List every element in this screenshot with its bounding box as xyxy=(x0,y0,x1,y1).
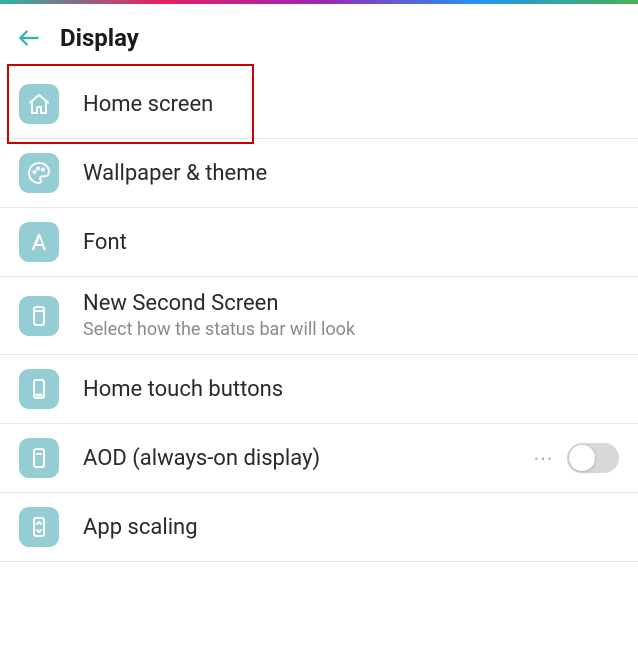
item-label: Wallpaper & theme xyxy=(83,161,619,186)
palette-icon xyxy=(19,153,59,193)
item-text: App scaling xyxy=(83,515,619,540)
item-text: Wallpaper & theme xyxy=(83,161,619,186)
aod-icon xyxy=(19,438,59,478)
item-trailing: ⋯ xyxy=(533,443,619,473)
scaling-icon xyxy=(19,507,59,547)
item-label: Font xyxy=(83,230,619,255)
item-text: AOD (always-on display) xyxy=(83,446,509,471)
list-item-wallpaper-theme[interactable]: Wallpaper & theme xyxy=(0,139,638,208)
touch-buttons-icon xyxy=(19,369,59,409)
list-item-second-screen[interactable]: New Second Screen Select how the status … xyxy=(0,277,638,355)
item-text: Home touch buttons xyxy=(83,377,619,402)
item-text: Font xyxy=(83,230,619,255)
list-item-home-screen[interactable]: Home screen xyxy=(0,70,638,139)
item-label: Home screen xyxy=(83,92,619,117)
item-label: App scaling xyxy=(83,515,619,540)
list-item-font[interactable]: Font xyxy=(0,208,638,277)
item-label: AOD (always-on display) xyxy=(83,446,509,471)
settings-list: Home screen Wallpaper & theme Font xyxy=(0,70,638,562)
list-item-app-scaling[interactable]: App scaling xyxy=(0,493,638,562)
header: Display xyxy=(0,4,638,70)
item-text: New Second Screen Select how the status … xyxy=(83,291,619,340)
item-text: Home screen xyxy=(83,92,619,117)
item-label: New Second Screen xyxy=(83,291,619,316)
font-icon xyxy=(19,222,59,262)
home-icon xyxy=(19,84,59,124)
item-subtitle: Select how the status bar will look xyxy=(83,319,619,340)
more-icon[interactable]: ⋯ xyxy=(533,446,555,470)
list-item-home-touch-buttons[interactable]: Home touch buttons xyxy=(0,355,638,424)
second-screen-icon xyxy=(19,296,59,336)
aod-toggle[interactable] xyxy=(567,443,619,473)
item-label: Home touch buttons xyxy=(83,377,619,402)
list-item-aod[interactable]: AOD (always-on display) ⋯ xyxy=(0,424,638,493)
back-arrow-icon xyxy=(16,25,42,51)
toggle-knob xyxy=(569,445,595,471)
back-button[interactable] xyxy=(16,25,42,51)
page-title: Display xyxy=(60,24,139,52)
